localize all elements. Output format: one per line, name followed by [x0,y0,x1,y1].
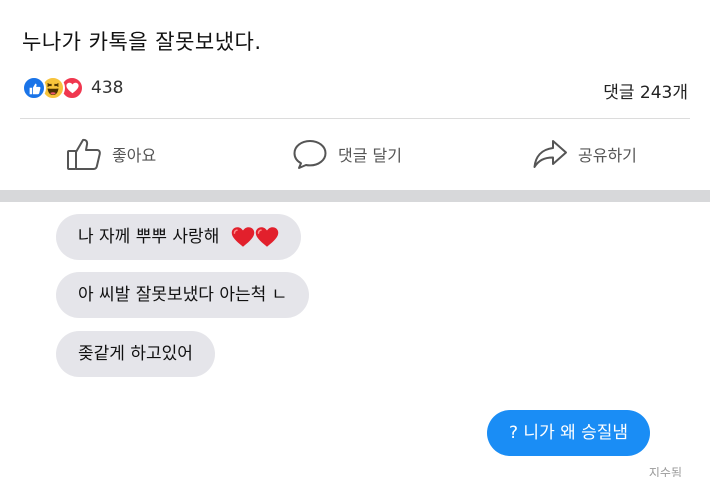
read-receipt: 지수됨 [648,466,682,477]
facebook-post: 누나가 카톡을 잘못보냈다. 438 댓글 243개 좋아요 댓글 달기 공유하… [0,0,710,190]
message-text: 아 씨발 잘못보냈다 아는척 ㄴ [78,285,288,305]
like-button[interactable]: 좋아요 [66,132,156,176]
post-text: 누나가 카톡을 잘못보냈다. [22,30,262,54]
incoming-message: 좆같게 하고있어 [56,331,215,377]
comment-count[interactable]: 댓글 243개 [603,78,688,103]
red-heart-icon [231,227,254,247]
divider [20,118,690,119]
comment-button[interactable]: 댓글 달기 [292,132,402,176]
share-arrow-icon [532,138,568,170]
like-button-label: 좋아요 [112,146,157,165]
share-button-label: 공유하기 [578,146,637,165]
action-bar: 좋아요 댓글 달기 공유하기 [0,132,710,176]
comment-bubble-icon [292,138,328,170]
thumbs-up-icon [66,137,102,171]
reaction-count: 438 [91,78,124,98]
chat-screenshot: 나 자께 뿌뿌 사랑해 아 씨발 잘못보냈다 아는척 ㄴ 좆같게 하고있어 ? … [0,202,710,477]
section-separator [0,190,710,202]
comment-button-label: 댓글 달기 [338,146,402,165]
message-text: 좆같게 하고있어 [78,344,193,364]
heart-emojis [231,226,279,248]
incoming-message: 아 씨발 잘못보냈다 아는척 ㄴ [56,272,310,318]
outgoing-message: ? 니가 왜 승질냄 [487,410,651,456]
share-button[interactable]: 공유하기 [532,132,637,176]
message-text: 나 자께 뿌뿌 사랑해 [78,227,220,247]
red-heart-icon [255,227,278,247]
incoming-message: 나 자께 뿌뿌 사랑해 [56,214,301,260]
like-icon [22,76,46,100]
reactions-summary[interactable]: 438 [22,75,123,101]
message-text: ? 니가 왜 승질냄 [509,423,629,443]
